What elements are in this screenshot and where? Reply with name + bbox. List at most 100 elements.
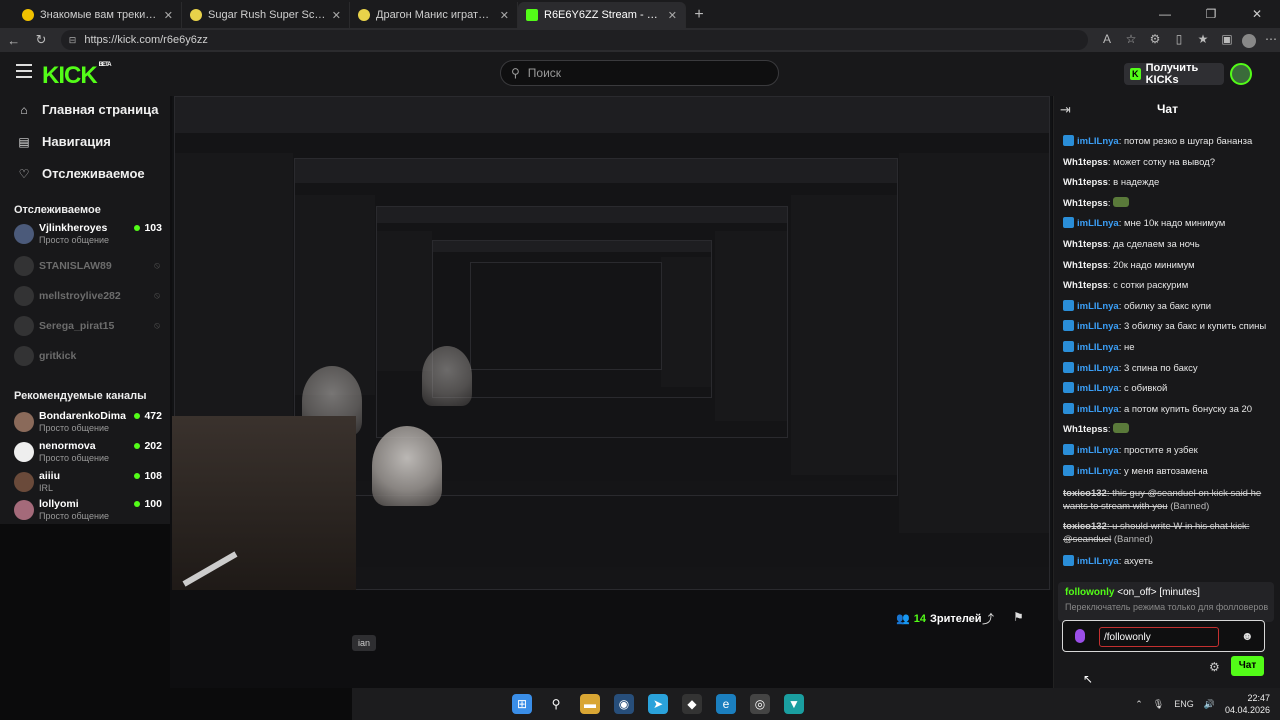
chat-username[interactable]: imLILnya bbox=[1077, 342, 1119, 353]
main-content: ian 👥 14 Зрителей ⤴ ⚑ bbox=[170, 96, 1053, 688]
read-aloud-icon[interactable]: A bbox=[1098, 32, 1116, 48]
chat-username[interactable]: Wh1tepss bbox=[1063, 157, 1108, 168]
reload-icon[interactable]: ↻ bbox=[27, 32, 54, 48]
browser-tab-4[interactable]: R6E6Y6ZZ Stream - Watch Live on ✕ bbox=[518, 2, 686, 28]
search-icon[interactable]: ⚲ bbox=[546, 694, 566, 714]
chat-username[interactable]: imLILnya bbox=[1077, 404, 1119, 415]
viewer-count: 202 bbox=[134, 440, 162, 452]
chat-text: ахуеть bbox=[1123, 556, 1153, 567]
chat-username[interactable]: imLILnya bbox=[1077, 445, 1119, 456]
share-icon[interactable]: ⤴ bbox=[982, 610, 994, 627]
minimize-icon[interactable]: — bbox=[1142, 0, 1188, 28]
chat-username[interactable]: toxico132 bbox=[1063, 488, 1107, 499]
sidebar-channel[interactable]: lollyomi Просто общение 100 bbox=[14, 496, 164, 524]
site-info-icon[interactable]: ⊟ bbox=[69, 35, 77, 46]
chat-username[interactable]: Wh1tepss bbox=[1063, 198, 1108, 209]
chat-input[interactable] bbox=[1099, 627, 1219, 647]
edge-icon[interactable]: e bbox=[716, 694, 736, 714]
url-field[interactable]: ⊟ https://kick.com/r6e6y6zz bbox=[60, 30, 1088, 50]
more-icon[interactable]: ⋯ bbox=[1262, 32, 1280, 48]
emoji-icon[interactable]: ☻ bbox=[1241, 629, 1254, 643]
chat-username[interactable]: imLILnya bbox=[1077, 556, 1119, 567]
sidebar-channel[interactable]: mellstroylive282 ⦸ bbox=[14, 282, 164, 310]
viewer-count: 103 bbox=[134, 222, 162, 234]
collections-icon[interactable]: ▣ bbox=[1218, 32, 1236, 48]
mic-icon[interactable] bbox=[1075, 629, 1085, 643]
chat-username[interactable]: Wh1tepss bbox=[1063, 280, 1108, 291]
send-chat-button[interactable]: Чат bbox=[1231, 656, 1264, 676]
chat-text: не bbox=[1123, 342, 1135, 353]
tab-close-icon[interactable]: ✕ bbox=[668, 9, 677, 22]
favorites-icon[interactable]: ★ bbox=[1194, 32, 1212, 48]
extensions-icon[interactable]: ⚙ bbox=[1146, 32, 1164, 48]
obs-icon[interactable]: ◎ bbox=[750, 694, 770, 714]
chat-message: imLILnya: не bbox=[1063, 341, 1273, 354]
chat-username[interactable]: Wh1tepss bbox=[1063, 424, 1108, 435]
chat-username[interactable]: imLILnya bbox=[1077, 301, 1119, 312]
emote-icon bbox=[1113, 423, 1130, 434]
explorer-icon[interactable]: ▬ bbox=[580, 694, 600, 714]
tab-close-icon[interactable]: ✕ bbox=[500, 9, 509, 22]
stream-tag[interactable]: ian bbox=[352, 635, 377, 651]
chat-username[interactable]: imLILnya bbox=[1077, 321, 1119, 332]
kick-logo[interactable]: KICK BETA bbox=[42, 62, 112, 90]
tab-title: Драгон Манис играть в онлайн к bbox=[376, 9, 494, 21]
nav-home[interactable]: ⌂ Главная страница bbox=[18, 102, 158, 117]
chat-message: imLILnya: ахуеть bbox=[1063, 555, 1273, 568]
browser-tab-2[interactable]: Sugar Rush Super Scatter | D ✕ bbox=[182, 2, 350, 28]
chat-username[interactable]: imLILnya bbox=[1077, 136, 1119, 147]
split-icon[interactable]: ▯ bbox=[1170, 32, 1188, 48]
chat-username[interactable]: toxico132 bbox=[1063, 521, 1107, 532]
nav-browse[interactable]: ▤ Навигация bbox=[18, 134, 111, 149]
user-avatar[interactable] bbox=[1230, 63, 1252, 85]
clock[interactable]: 22:47 04.04.2026 bbox=[1225, 692, 1270, 716]
channel-name: Serega_pirat15 bbox=[39, 320, 115, 332]
chat-username[interactable]: imLILnya bbox=[1077, 383, 1119, 394]
chat-settings-icon[interactable]: ⚙ bbox=[1209, 660, 1220, 674]
nested-chat bbox=[899, 153, 1049, 533]
chat-username[interactable]: Wh1tepss bbox=[1063, 260, 1108, 271]
new-tab-button[interactable]: + bbox=[686, 2, 712, 28]
menu-icon[interactable] bbox=[16, 64, 32, 78]
epic-icon[interactable]: ◆ bbox=[682, 694, 702, 714]
command-suggestion[interactable]: followonly <on_off> [minutes] Переключат… bbox=[1058, 582, 1274, 622]
chat-username[interactable]: imLILnya bbox=[1077, 218, 1119, 229]
sidebar-channel[interactable]: STANISLAW89 ⦸ bbox=[14, 252, 164, 280]
language-indicator[interactable]: ENG bbox=[1174, 699, 1194, 709]
search-input[interactable]: ⚲ Поиск bbox=[500, 60, 779, 86]
tab-close-icon[interactable]: ✕ bbox=[332, 9, 341, 22]
user-report-icon[interactable]: ⚑ bbox=[1013, 610, 1024, 624]
favorite-icon[interactable]: ☆ bbox=[1122, 32, 1140, 48]
sidebar-channel[interactable]: nenormova Просто общение 202 bbox=[14, 438, 164, 466]
nav-following[interactable]: ♡ Отслеживаемое bbox=[18, 166, 145, 181]
steam-icon[interactable]: ◉ bbox=[614, 694, 634, 714]
viewer-count: 108 bbox=[134, 470, 162, 482]
chat-username[interactable]: imLILnya bbox=[1077, 363, 1119, 374]
profile-icon[interactable] bbox=[1242, 34, 1256, 48]
chat-username[interactable]: Wh1tepss bbox=[1063, 177, 1108, 188]
video-player[interactable] bbox=[172, 96, 1052, 590]
tab-close-icon[interactable]: ✕ bbox=[164, 9, 173, 22]
sidebar-channel[interactable]: gritkick bbox=[14, 342, 164, 370]
sidebar-channel[interactable]: Vjlinkheroyes Просто общение 103 bbox=[14, 220, 164, 248]
maximize-icon[interactable]: ❐ bbox=[1188, 0, 1234, 28]
browser-tab-1[interactable]: Знакомые вам треки исполн ✕ bbox=[14, 2, 182, 28]
tray-expand-icon[interactable]: ⌃ bbox=[1135, 699, 1143, 710]
chat-username[interactable]: Wh1tepss bbox=[1063, 239, 1108, 250]
sidebar-channel[interactable]: BondarenkoDima Просто общение 472 bbox=[14, 408, 164, 436]
sub-badge-icon bbox=[1063, 444, 1074, 455]
sidebar-channel[interactable]: Serega_pirat15 ⦸ bbox=[14, 312, 164, 340]
close-window-icon[interactable]: ✕ bbox=[1234, 0, 1280, 28]
vpn-icon[interactable]: ▼ bbox=[784, 694, 804, 714]
browser-tab-3[interactable]: Драгон Манис играть в онлайн к ✕ bbox=[350, 2, 518, 28]
microphone-icon[interactable]: 🎙 bbox=[1153, 699, 1164, 710]
telegram-icon[interactable]: ➤ bbox=[648, 694, 668, 714]
start-icon[interactable]: ⊞ bbox=[512, 694, 532, 714]
nested-chrome bbox=[175, 97, 1049, 133]
back-icon[interactable]: ← bbox=[0, 33, 27, 48]
get-kicks-button[interactable]: K Получить KICKs bbox=[1124, 62, 1224, 86]
chat-username[interactable]: imLILnya bbox=[1077, 466, 1119, 477]
address-bar: ← ↻ ⊟ https://kick.com/r6e6y6zz A ☆ ⚙ ▯ … bbox=[0, 28, 1280, 52]
sidebar-channel[interactable]: aiiiu IRL 108 bbox=[14, 468, 164, 496]
volume-icon[interactable]: 🔊 bbox=[1204, 699, 1215, 710]
